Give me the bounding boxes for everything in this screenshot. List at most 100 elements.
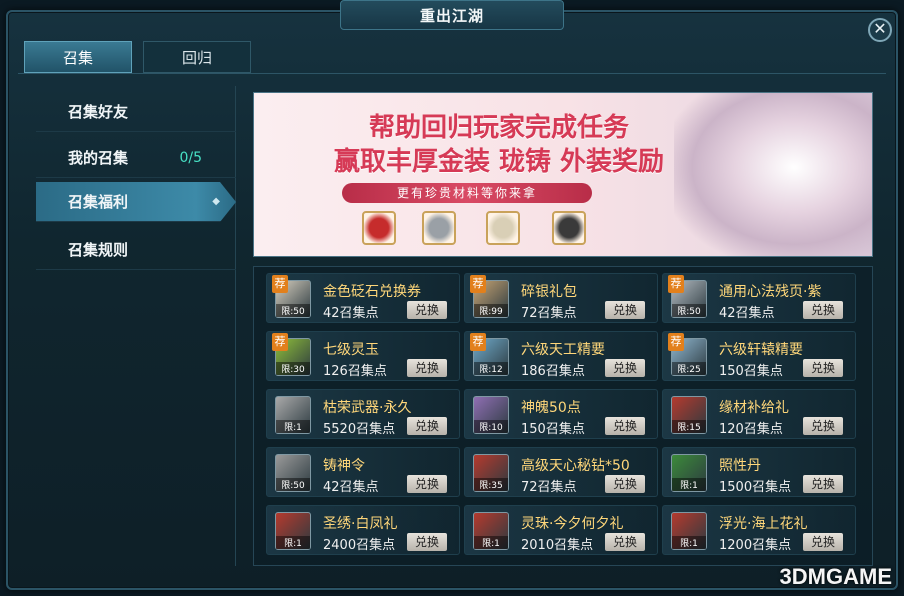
sidebar-item-label: 召集规则 [68,241,129,259]
reward-grid: 荐限:50 金色砭石兑换券 42召集点 兑换荐限:99 碎银礼包 72召集点 兑换荐限:50… [253,266,873,566]
window-title: 重出江湖 [340,0,564,30]
reward-item-name: 缘材补给礼 [719,400,789,416]
close-icon[interactable]: ✕ [868,18,892,42]
reward-limit: 限:50 [276,304,310,317]
reward-item-icon: 限:15 [671,396,707,434]
reward-item-icon: 限:1 [671,454,707,492]
exchange-button[interactable]: 兑换 [407,359,447,377]
reward-item-icon: 限:1 [671,512,707,550]
reward-item-icon: 荐限:12 [470,333,509,376]
reward-limit: 限:1 [672,478,706,491]
exchange-button[interactable]: 兑换 [407,417,447,435]
reward-scroll-icon [486,211,520,245]
reward-limit: 限:50 [672,304,706,317]
reward-item: 荐限:99 碎银礼包 72召集点 兑换 [464,273,658,323]
reward-item: 限:35 高级天心秘钻*50 72召集点 兑换 [464,447,658,497]
exchange-button[interactable]: 兑换 [803,417,843,435]
reward-item: 限:1 照性丹 1500召集点 兑换 [662,447,856,497]
reward-item-cost: 42召集点 [323,306,379,321]
reward-item-cost: 2400召集点 [323,538,396,553]
tabs-divider [18,73,886,74]
reward-item-name: 枯荣武器·永久 [323,400,412,416]
sidebar-item-my-summons[interactable]: 我的召集 0/5 [36,138,236,178]
reward-item-cost: 42召集点 [719,306,775,321]
reward-item-icon: 限:10 [473,396,509,434]
exchange-button[interactable]: 兑换 [605,359,645,377]
reward-item: 荐限:30 七级灵玉 126召集点 兑换 [266,331,460,381]
reward-item-name: 圣绣·白凤礼 [323,516,398,532]
exchange-button[interactable]: 兑换 [605,301,645,319]
reward-item-name: 灵珠·今夕何夕礼 [521,516,624,532]
reward-item-cost: 42召集点 [323,480,379,495]
reward-item-icon: 荐限:25 [668,333,707,376]
reward-item: 荐限:12 六级天工精要 186召集点 兑换 [464,331,658,381]
reward-item-name: 铸神令 [323,458,365,474]
reward-jade-icon [422,211,456,245]
reward-item-name: 神魄50点 [521,400,581,416]
reward-limit: 限:25 [672,362,706,375]
reward-item-cost: 150召集点 [521,422,585,437]
exchange-button[interactable]: 兑换 [803,475,843,493]
reward-item: 荐限:50 金色砭石兑换券 42召集点 兑换 [266,273,460,323]
active-arrow-icon: ◆ [212,196,220,207]
reward-gem-icon [362,211,396,245]
character-illustration [674,93,872,256]
reward-item-name: 高级天心秘钻*50 [521,458,630,474]
recommend-badge: 荐 [272,275,288,293]
exchange-button[interactable]: 兑换 [407,533,447,551]
reward-limit: 限:50 [276,478,310,491]
recommend-badge: 荐 [668,275,684,293]
reward-item-cost: 120召集点 [719,422,783,437]
site-watermark: 3DMGAME [779,564,892,589]
sidebar-item-summon-benefits[interactable]: 召集福利 ◆ [36,182,236,222]
reward-item-name: 照性丹 [719,458,761,474]
reward-item: 限:1 浮光·海上花礼 1200召集点 兑换 [662,505,856,555]
exchange-button[interactable]: 兑换 [803,359,843,377]
reward-item-name: 金色砭石兑换券 [323,284,421,300]
reward-item-cost: 1500召集点 [719,480,792,495]
reward-item-icon: 荐限:99 [470,275,509,318]
reward-limit: 限:1 [672,536,706,549]
reward-item-cost: 186召集点 [521,364,585,379]
reward-item: 荐限:25 六级轩辕精要 150召集点 兑换 [662,331,856,381]
sidebar-item-invite-friends[interactable]: 召集好友 [36,92,236,132]
reward-item-icon: 荐限:50 [272,275,311,318]
reward-item-name: 七级灵玉 [323,342,379,358]
sidebar-item-label: 召集福利 [68,193,129,211]
exchange-button[interactable]: 兑换 [605,475,645,493]
reward-limit: 限:1 [276,536,310,549]
exchange-button[interactable]: 兑换 [803,301,843,319]
reward-item-name: 浮光·海上花礼 [719,516,808,532]
exchange-button[interactable]: 兑换 [803,533,843,551]
reward-item-icon: 限:1 [275,396,311,434]
reward-item: 限:15 缘材补给礼 120召集点 兑换 [662,389,856,439]
promo-banner: 帮助回归玩家完成任务 赢取丰厚金装 珑铸 外装奖励 更有珍贵材料等你来拿 [253,92,873,257]
exchange-button[interactable]: 兑换 [407,301,447,319]
reward-item-icon: 限:1 [275,512,311,550]
reward-item-name: 六级轩辕精要 [719,342,803,358]
reward-item-name: 碎银礼包 [521,284,577,300]
tab-return[interactable]: 回归 [143,41,251,73]
reward-item-icon: 限:50 [275,454,311,492]
banner-headline-1: 帮助回归玩家完成任务 [368,113,629,143]
banner-ribbon: 更有珍贵材料等你来拿 [342,183,592,203]
reward-item: 限:1 灵珠·今夕何夕礼 2010召集点 兑换 [464,505,658,555]
reward-limit: 限:1 [276,420,310,433]
reward-item-icon: 荐限:50 [668,275,707,318]
reward-limit: 限:30 [276,362,310,375]
recommend-badge: 荐 [470,275,486,293]
reward-item-cost: 72召集点 [521,306,577,321]
reward-item: 荐限:50 通用心法残页·紫 42召集点 兑换 [662,273,856,323]
reward-item-icon: 限:35 [473,454,509,492]
recommend-badge: 荐 [272,333,288,351]
tab-summon[interactable]: 召集 [24,41,132,73]
sidebar-item-summon-rules[interactable]: 召集规则 [36,230,236,270]
sidebar-item-label: 召集好友 [68,103,129,121]
reward-item-cost: 1200召集点 [719,538,792,553]
exchange-button[interactable]: 兑换 [605,533,645,551]
reward-limit: 限:10 [474,420,508,433]
reward-item: 限:1 圣绣·白凤礼 2400召集点 兑换 [266,505,460,555]
exchange-button[interactable]: 兑换 [605,417,645,435]
reward-item-cost: 5520召集点 [323,422,396,437]
exchange-button[interactable]: 兑换 [407,475,447,493]
